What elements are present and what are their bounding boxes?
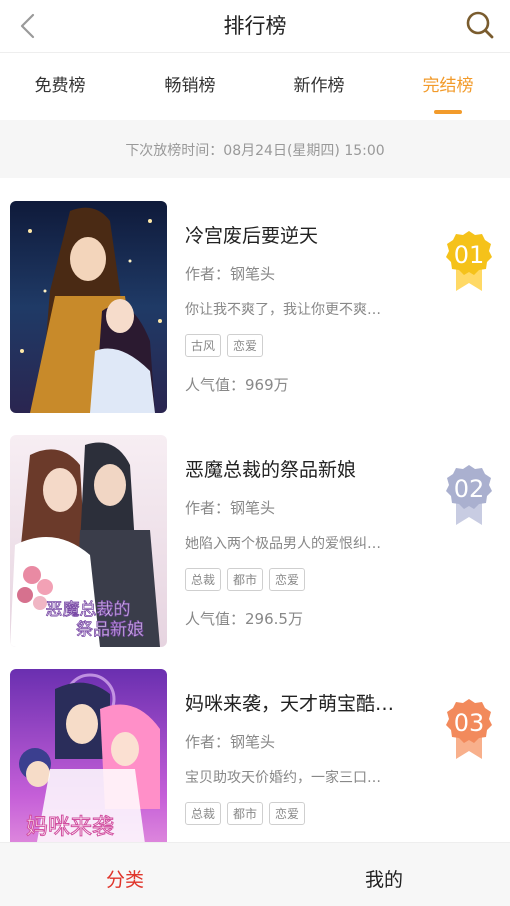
tag-list: 总裁 都市 恋爱 xyxy=(185,802,311,825)
comic-cover[interactable] xyxy=(10,201,167,413)
tag-list: 古风 恋爱 xyxy=(185,334,269,357)
comic-description: 你让我不爽了，我让你更不爽… xyxy=(185,302,381,318)
cover-title: 妈咪来袭 xyxy=(26,815,114,840)
tab-bestseller[interactable]: 畅销榜 xyxy=(135,71,245,96)
release-notice: 下次放榜时间：08月24日(星期四) 15:00 xyxy=(0,120,510,178)
tag: 都市 xyxy=(227,568,264,591)
list-item[interactable]: 冷宫废后要逆天 作者：钢笔头 你让我不爽了，我让你更不爽… 古风 恋爱 人气值：9… xyxy=(0,201,510,435)
tag: 恋爱 xyxy=(269,802,306,825)
comic-description: 宝贝助攻天价婚约，一家三口… xyxy=(185,770,381,786)
rank-number: 02 xyxy=(453,475,485,503)
rank-badge: 03 xyxy=(442,697,496,761)
cover-title-line2: 祭品新娘 xyxy=(76,620,144,640)
tab-indicator xyxy=(434,110,462,114)
cover-title-line1: 恶魔总裁的 xyxy=(46,600,131,620)
tag: 恋爱 xyxy=(227,334,264,357)
comic-title[interactable]: 妈咪来袭，天才萌宝酷… xyxy=(185,689,394,716)
comic-title[interactable]: 恶魔总裁的祭品新娘 xyxy=(185,455,356,482)
comic-author: 作者：钢笔头 xyxy=(185,265,276,283)
release-time-text: 下次放榜时间：08月24日(星期四) 15:00 xyxy=(125,143,385,159)
popularity: 人气值：969万 xyxy=(185,376,289,394)
top-bar: 排行榜 xyxy=(0,0,510,52)
tag: 总裁 xyxy=(185,802,222,825)
bottom-nav: 分类 我的 xyxy=(0,842,510,906)
ranking-tabs: 免费榜 畅销榜 新作榜 完结榜 xyxy=(0,53,510,119)
comic-author: 作者：钢笔头 xyxy=(185,733,276,751)
tab-new[interactable]: 新作榜 xyxy=(264,71,374,96)
tab-free[interactable]: 免费榜 xyxy=(5,71,115,96)
page-title: 排行榜 xyxy=(223,14,287,38)
tag: 总裁 xyxy=(185,568,222,591)
tag-list: 总裁 都市 恋爱 xyxy=(185,568,311,591)
rank-number: 03 xyxy=(453,709,485,737)
tag: 都市 xyxy=(227,802,264,825)
comic-title[interactable]: 冷宫废后要逆天 xyxy=(185,221,318,248)
tab-completed[interactable]: 完结榜 xyxy=(393,71,503,96)
comic-description: 她陷入两个极品男人的爱恨纠… xyxy=(185,536,381,552)
rank-badge: 02 xyxy=(442,463,496,527)
rank-badge: 01 xyxy=(442,229,496,293)
comic-author: 作者：钢笔头 xyxy=(185,499,276,517)
list-item[interactable]: 恶魔总裁的 祭品新娘 恶魔总裁的祭品新娘 作者：钢笔头 她陷入两个极品男人的爱恨… xyxy=(0,435,510,669)
tag: 古风 xyxy=(185,334,222,357)
rank-number: 01 xyxy=(453,241,485,269)
comic-cover[interactable]: 恶魔总裁的 祭品新娘 xyxy=(10,435,167,647)
nav-category[interactable]: 分类 xyxy=(65,865,185,892)
search-icon[interactable] xyxy=(464,9,496,41)
tag: 恋爱 xyxy=(269,568,306,591)
popularity: 人气值：296.5万 xyxy=(185,610,303,628)
nav-mine[interactable]: 我的 xyxy=(324,865,444,892)
